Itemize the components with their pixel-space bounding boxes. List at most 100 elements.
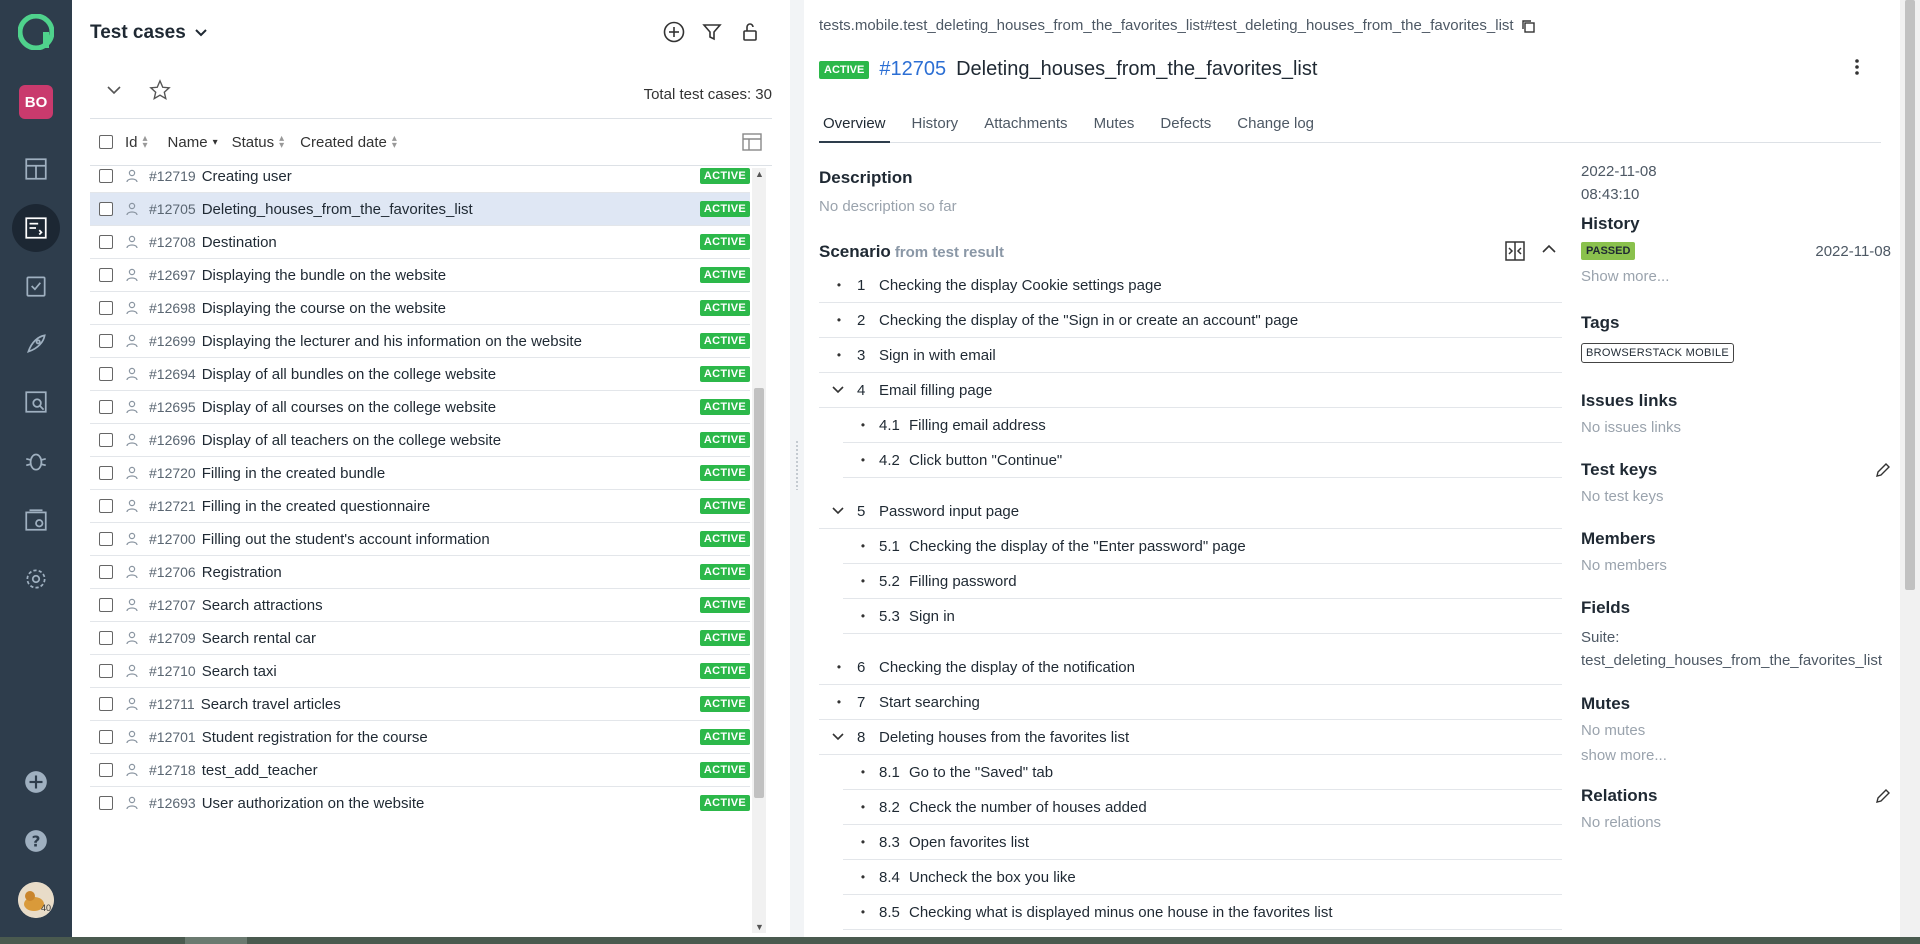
row-checkbox[interactable] [99, 532, 113, 546]
launches-icon[interactable] [12, 320, 60, 368]
table-row[interactable]: #12705 Deleting_houses_from_the_favorites… [90, 193, 750, 226]
list-scrollbar[interactable]: ▲ ▼ [752, 168, 766, 933]
row-checkbox[interactable] [99, 169, 113, 183]
settings-icon[interactable] [12, 555, 60, 603]
row-checkbox[interactable] [99, 433, 113, 447]
row-checkbox[interactable] [99, 631, 113, 645]
detail-scrollbar[interactable] [1900, 0, 1920, 937]
scenario-substep[interactable]: • 5.1 Checking the display of the "Enter p… [843, 529, 1562, 564]
scenario-step[interactable]: 8 Deleting houses from the favorites list [819, 720, 1562, 755]
add-project-icon[interactable] [12, 758, 60, 806]
more-options-icon[interactable] [1854, 58, 1860, 81]
collapse-chevron-icon[interactable] [102, 78, 126, 102]
tab-history[interactable]: History [908, 110, 963, 143]
filter-icon[interactable] [700, 20, 724, 44]
star-icon[interactable] [148, 78, 172, 102]
scenario-substep[interactable]: • 8.2 Check the number of houses added [843, 790, 1562, 825]
chevron-down-icon[interactable] [831, 730, 847, 744]
table-row[interactable]: #12697 Displaying the bundle on the websi… [90, 259, 750, 292]
collapse-up-icon[interactable] [1540, 240, 1558, 267]
history-row[interactable]: PASSED 2022-11-08 [1581, 242, 1891, 260]
column-created-date[interactable]: Created date ▴ ▾ [300, 134, 397, 151]
table-row[interactable]: #12709 Search rental car ACTIVE [90, 622, 750, 655]
row-checkbox[interactable] [99, 697, 113, 711]
table-row[interactable]: #12693 User authorization on the website A… [90, 787, 750, 816]
test-plans-icon[interactable] [12, 262, 60, 310]
tag-chip[interactable]: BROWSERSTACK MOBILE [1581, 343, 1735, 363]
scenario-substep[interactable]: • 4.2 Click button "Continue" [843, 443, 1562, 478]
select-all-checkbox[interactable] [99, 135, 113, 149]
show-more-link[interactable]: Show more... [1581, 268, 1891, 285]
row-checkbox[interactable] [99, 730, 113, 744]
list-title[interactable]: Test cases [90, 22, 208, 44]
table-row[interactable]: #12707 Search attractions ACTIVE [90, 589, 750, 622]
table-row[interactable]: #12701 Student registration for the cours… [90, 721, 750, 754]
table-row[interactable]: #12720 Filling in the created bundle ACTIV… [90, 457, 750, 490]
table-row[interactable]: #12719 Creating user ACTIVE [90, 160, 750, 193]
scenario-step[interactable]: • 2 Checking the display of the "Sign in o… [819, 303, 1562, 338]
list-scrollbar-thumb[interactable] [754, 388, 764, 798]
analytics-icon[interactable] [12, 378, 60, 426]
table-row[interactable]: #12694 Display of all bundles on the coll… [90, 358, 750, 391]
column-status[interactable]: Status ▴ ▾ [232, 134, 285, 151]
tab-defects[interactable]: Defects [1156, 110, 1215, 143]
jobs-icon[interactable] [12, 496, 60, 544]
scenario-substep[interactable]: • 4.1 Filling email address [843, 408, 1562, 443]
row-checkbox[interactable] [99, 367, 113, 381]
scenario-substep[interactable]: • 5.3 Sign in [843, 599, 1562, 634]
column-id[interactable]: Id ▴ ▾ [125, 134, 148, 151]
help-icon[interactable]: ? [12, 817, 60, 865]
row-checkbox[interactable] [99, 664, 113, 678]
pane-splitter[interactable] [790, 0, 804, 937]
row-checkbox[interactable] [99, 235, 113, 249]
row-checkbox[interactable] [99, 334, 113, 348]
table-row[interactable]: #12700 Filling out the student's account … [90, 523, 750, 556]
row-checkbox[interactable] [99, 301, 113, 315]
scenario-substep[interactable]: • 8.4 Uncheck the box you like [843, 860, 1562, 895]
chevron-down-icon[interactable] [831, 383, 847, 397]
row-checkbox[interactable] [99, 268, 113, 282]
add-test-case-icon[interactable] [662, 20, 686, 44]
tab-overview[interactable]: Overview [819, 110, 890, 143]
tab-change-log[interactable]: Change log [1233, 110, 1318, 143]
copy-icon[interactable] [1520, 18, 1536, 34]
splitter-grip[interactable] [795, 440, 799, 490]
user-avatar[interactable]: 40 [18, 882, 54, 918]
tab-attachments[interactable]: Attachments [980, 110, 1071, 143]
table-row[interactable]: #12695 Display of all courses on the coll… [90, 391, 750, 424]
unlock-icon[interactable] [738, 20, 762, 44]
row-checkbox[interactable] [99, 499, 113, 513]
chevron-down-icon[interactable] [831, 504, 847, 518]
table-row[interactable]: #12708 Destination ACTIVE [90, 226, 750, 259]
table-row[interactable]: #12699 Displaying the lecturer and his in… [90, 325, 750, 358]
test-cases-icon[interactable] [12, 204, 60, 252]
row-checkbox[interactable] [99, 598, 113, 612]
scenario-step[interactable]: • 1 Checking the display Cookie settings p… [819, 268, 1562, 303]
scenario-step[interactable]: 5 Password input page [819, 494, 1562, 529]
row-checkbox[interactable] [99, 400, 113, 414]
row-checkbox[interactable] [99, 466, 113, 480]
scenario-substep[interactable]: • 8.3 Open favorites list [843, 825, 1562, 860]
defects-icon[interactable] [12, 437, 60, 485]
table-row[interactable]: #12710 Search taxi ACTIVE [90, 655, 750, 688]
compare-icon[interactable] [1504, 240, 1526, 267]
scenario-substep[interactable]: • 8.1 Go to the "Saved" tab [843, 755, 1562, 790]
row-checkbox[interactable] [99, 202, 113, 216]
dashboard-icon[interactable] [12, 145, 60, 193]
edit-keys-icon[interactable] [1875, 462, 1891, 478]
row-checkbox[interactable] [99, 565, 113, 579]
column-name[interactable]: Name ▾ [168, 134, 218, 151]
row-checkbox[interactable] [99, 763, 113, 777]
table-row[interactable]: #12698 Displaying the course on the websi… [90, 292, 750, 325]
table-row[interactable]: #12696 Display of all teachers on the col… [90, 424, 750, 457]
scenario-substep[interactable]: • 8.5 Checking what is displayed minus one… [843, 895, 1562, 930]
table-row[interactable]: #12711 Search travel articles ACTIVE [90, 688, 750, 721]
workspace-avatar[interactable]: BO [19, 85, 53, 119]
table-row[interactable]: #12706 Registration ACTIVE [90, 556, 750, 589]
scenario-step[interactable]: • 6 Checking the display of the notificati… [819, 650, 1562, 685]
scenario-step[interactable]: • 3 Sign in with email [819, 338, 1562, 373]
allure-logo-icon[interactable] [17, 13, 55, 51]
scenario-substep[interactable]: • 5.2 Filling password [843, 564, 1562, 599]
mutes-show-more[interactable]: show more... [1581, 747, 1891, 764]
scenario-step[interactable]: 4 Email filling page [819, 373, 1562, 408]
